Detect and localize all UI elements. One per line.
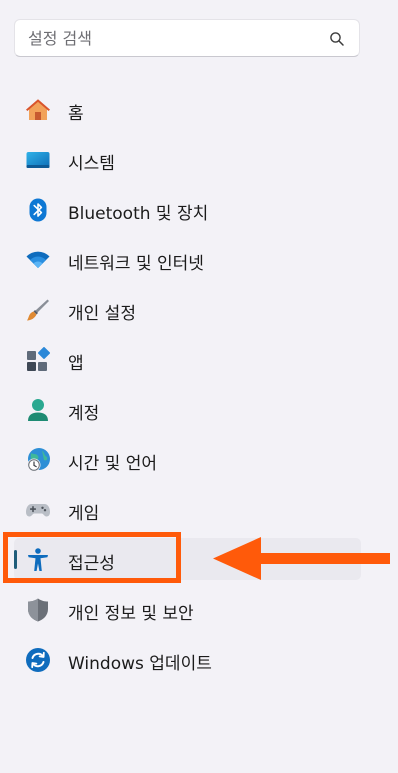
nav-item-label: Windows 업데이트 (68, 654, 212, 674)
nav-item-label: 네트워크 및 인터넷 (68, 254, 204, 274)
nav-item-label: 시스템 (68, 154, 115, 174)
nav-item-label: 계정 (68, 404, 100, 424)
update-icon (26, 648, 50, 672)
account-icon (28, 399, 48, 421)
nav-item-home[interactable]: 홈 (14, 88, 361, 130)
nav-item-time-language[interactable]: 시간 및 언어 (14, 438, 361, 480)
nav-item-label: 홈 (68, 104, 84, 124)
search-icon[interactable] (329, 31, 345, 47)
nav-item-label: Bluetooth 및 장치 (68, 204, 209, 224)
search-input[interactable] (28, 20, 328, 56)
gamepad-icon (26, 504, 50, 517)
system-icon (26, 152, 50, 168)
nav-item-bluetooth[interactable]: Bluetooth 및 장치 (14, 188, 361, 230)
nav-item-system[interactable]: 시스템 (14, 138, 361, 180)
search-box[interactable] (14, 19, 360, 57)
globe-clock-icon (27, 448, 50, 472)
nav-item-windows-update[interactable]: Windows 업데이트 (14, 638, 361, 680)
nav-item-privacy-security[interactable]: 개인 정보 및 보안 (14, 588, 361, 630)
nav-item-label: 개인 정보 및 보안 (68, 604, 194, 624)
nav-item-label: 시간 및 언어 (68, 454, 158, 474)
nav-item-label: 개인 설정 (68, 304, 136, 324)
wifi-icon (26, 251, 50, 268)
bluetooth-icon (29, 198, 47, 222)
nav-item-personalization[interactable]: 개인 설정 (14, 288, 361, 330)
apps-icon (27, 347, 50, 371)
nav-item-gaming[interactable]: 게임 (14, 488, 361, 530)
nav-item-network[interactable]: 네트워크 및 인터넷 (14, 238, 361, 280)
nav-item-accounts[interactable]: 계정 (14, 388, 361, 430)
nav-item-label: 게임 (68, 504, 100, 524)
annotation-highlight-box (3, 532, 181, 583)
nav-item-apps[interactable]: 앱 (14, 338, 361, 380)
brush-icon (27, 299, 49, 321)
nav-item-label: 앱 (68, 354, 84, 374)
annotation-arrow-icon (213, 537, 390, 580)
shield-icon (28, 598, 48, 622)
home-icon (26, 99, 50, 120)
